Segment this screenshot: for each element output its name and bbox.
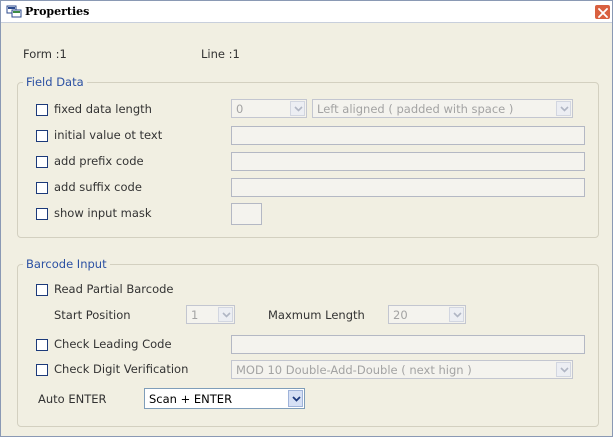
prefix-code-checkbox[interactable] [36,156,48,168]
chevron-down-icon[interactable] [556,101,571,116]
suffix-code-input[interactable] [231,178,585,197]
chevron-down-icon[interactable] [556,362,571,377]
digit-verification-checkbox[interactable] [36,364,48,376]
digit-verification-select[interactable]: MOD 10 Double-Add-Double ( next hign ) [231,360,573,379]
line-label: Line :1 [201,47,240,61]
title-bar[interactable]: Properties [1,1,612,23]
chevron-down-icon[interactable] [288,390,303,407]
read-partial-barcode-label: Read Partial Barcode [54,282,174,296]
close-icon [598,8,608,18]
barcode-input-legend: Barcode Input [23,257,110,271]
auto-enter-select[interactable]: Scan + ENTER [144,388,305,409]
input-mask-input[interactable] [231,203,262,225]
prefix-code-label: add prefix code [54,154,144,168]
chevron-down-icon[interactable] [218,307,233,322]
digit-verification-value: MOD 10 Double-Add-Double ( next hign ) [236,363,472,377]
fixed-length-select[interactable]: 0 [231,99,307,118]
suffix-code-label: add suffix code [54,180,142,194]
max-length-value: 20 [393,308,408,322]
fixed-length-value: 0 [236,102,244,116]
auto-enter-label: Auto ENTER [38,392,107,406]
initial-value-input[interactable] [231,126,585,145]
read-partial-barcode-checkbox[interactable] [36,284,48,296]
input-mask-label: show input mask [54,206,152,220]
field-data-legend: Field Data [23,75,87,89]
suffix-code-checkbox[interactable] [36,182,48,194]
fixed-data-length-checkbox[interactable] [36,104,48,116]
window-title: Properties [25,5,90,18]
alignment-value: Left aligned ( padded with space ) [317,102,514,116]
initial-value-label: initial value ot text [54,128,163,142]
properties-app-icon [6,5,22,18]
input-mask-checkbox[interactable] [36,208,48,220]
chevron-down-icon[interactable] [449,307,464,322]
prefix-code-input[interactable] [231,152,585,171]
fixed-data-length-label: fixed data length [54,102,152,116]
start-position-label: Start Position [54,308,131,322]
form-label: Form :1 [23,47,67,61]
start-position-select[interactable]: 1 [186,305,235,324]
close-button[interactable] [594,4,611,20]
max-length-label: Maxmum Length [268,308,365,322]
alignment-select[interactable]: Left aligned ( padded with space ) [312,99,573,118]
leading-code-label: Check Leading Code [54,337,172,351]
leading-code-checkbox[interactable] [36,339,48,351]
auto-enter-value: Scan + ENTER [149,392,233,406]
leading-code-input[interactable] [231,335,585,354]
max-length-select[interactable]: 20 [388,305,466,324]
properties-dialog: Properties Form :1 Line :1 Field Data fi… [0,0,613,437]
start-position-value: 1 [191,308,199,322]
initial-value-checkbox[interactable] [36,130,48,142]
chevron-down-icon[interactable] [290,101,305,116]
digit-verification-label: Check Digit Verification [54,362,189,376]
